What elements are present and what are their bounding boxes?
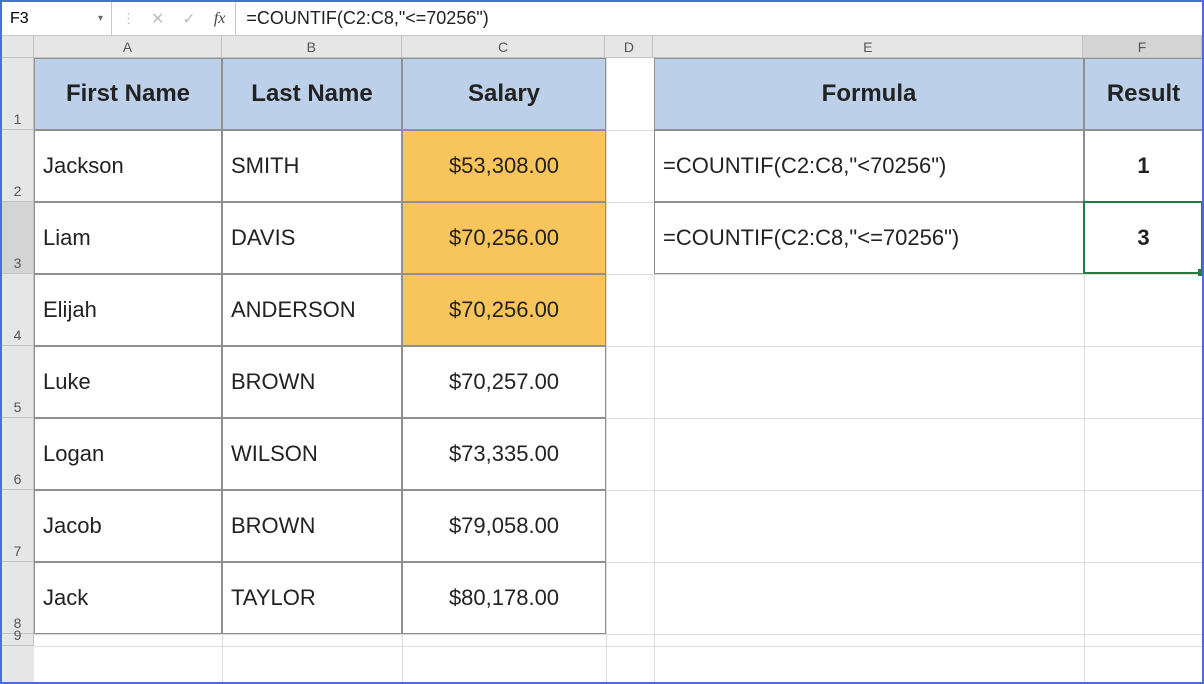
row-headers: 123456789 — [2, 58, 34, 682]
cell-formula-2[interactable]: =COUNTIF(C2:C8,"<70256") — [654, 130, 1084, 202]
spreadsheet-grid: ABCDEF 123456789 First NameLast NameSala… — [2, 36, 1202, 682]
gridline-horizontal — [34, 646, 1202, 647]
header-salary[interactable]: Salary — [402, 58, 606, 130]
formula-input[interactable]: =COUNTIF(C2:C8,"<=70256") — [236, 2, 1202, 35]
cell-first-name-6[interactable]: Logan — [34, 418, 222, 490]
cell-last-name-2[interactable]: SMITH — [222, 130, 402, 202]
sheet-cells[interactable]: First NameLast NameSalary FormulaResult Ja… — [34, 58, 1202, 682]
cell-salary-6[interactable]: $73,335.00 — [402, 418, 606, 490]
cell-first-name-3[interactable]: Liam — [34, 202, 222, 274]
column-header-F[interactable]: F — [1083, 36, 1202, 58]
cell-last-name-7[interactable]: BROWN — [222, 490, 402, 562]
cell-last-name-4[interactable]: ANDERSON — [222, 274, 402, 346]
select-all-corner[interactable] — [2, 36, 34, 58]
cell-salary-3[interactable]: $70,256.00 — [402, 202, 606, 274]
row-header-1[interactable]: 1 — [2, 58, 34, 130]
column-headers: ABCDEF — [2, 36, 1202, 58]
name-box-dropdown-icon[interactable]: ▾ — [98, 13, 103, 24]
cell-last-name-3[interactable]: DAVIS — [222, 202, 402, 274]
column-header-C[interactable]: C — [402, 36, 606, 58]
header-result[interactable]: Result — [1084, 58, 1202, 130]
cell-salary-4[interactable]: $70,256.00 — [402, 274, 606, 346]
cell-first-name-2[interactable]: Jackson — [34, 130, 222, 202]
column-header-A[interactable]: A — [34, 36, 222, 58]
formula-input-value: =COUNTIF(C2:C8,"<=70256") — [246, 8, 488, 29]
header-first-name[interactable]: First Name — [34, 58, 222, 130]
confirm-icon[interactable]: ✓ — [182, 9, 195, 29]
row-header-2[interactable]: 2 — [2, 130, 34, 202]
name-box[interactable]: F3 ▾ — [2, 2, 112, 35]
column-header-E[interactable]: E — [653, 36, 1083, 58]
cell-formula-3[interactable]: =COUNTIF(C2:C8,"<=70256") — [654, 202, 1084, 274]
row-header-9[interactable]: 9 — [2, 634, 34, 646]
row-header-7[interactable]: 7 — [2, 490, 34, 562]
header-formula[interactable]: Formula — [654, 58, 1084, 130]
row-header-6[interactable]: 6 — [2, 418, 34, 490]
cell-first-name-4[interactable]: Elijah — [34, 274, 222, 346]
row-header-5[interactable]: 5 — [2, 346, 34, 418]
cancel-icon[interactable]: ✕ — [151, 9, 164, 29]
cell-salary-2[interactable]: $53,308.00 — [402, 130, 606, 202]
drag-handle-icon: ⋮ — [122, 11, 133, 27]
column-header-B[interactable]: B — [222, 36, 402, 58]
formula-bar-buttons: ⋮ ✕ ✓ fx — [112, 2, 236, 35]
cell-salary-8[interactable]: $80,178.00 — [402, 562, 606, 634]
gridline-horizontal — [34, 634, 1202, 635]
cell-result-2[interactable]: 1 — [1084, 130, 1202, 202]
column-header-D[interactable]: D — [605, 36, 653, 58]
row-header-3[interactable]: 3 — [2, 202, 34, 274]
cell-first-name-8[interactable]: Jack — [34, 562, 222, 634]
name-box-value: F3 — [10, 10, 29, 28]
cell-result-3[interactable]: 3 — [1084, 202, 1202, 274]
cell-first-name-7[interactable]: Jacob — [34, 490, 222, 562]
row-header-8[interactable]: 8 — [2, 562, 34, 634]
cell-last-name-5[interactable]: BROWN — [222, 346, 402, 418]
gridline-vertical — [606, 58, 607, 682]
cell-salary-5[interactable]: $70,257.00 — [402, 346, 606, 418]
header-last-name[interactable]: Last Name — [222, 58, 402, 130]
cell-last-name-6[interactable]: WILSON — [222, 418, 402, 490]
cell-first-name-5[interactable]: Luke — [34, 346, 222, 418]
formula-bar: F3 ▾ ⋮ ✕ ✓ fx =COUNTIF(C2:C8,"<=70256") — [2, 2, 1202, 36]
cell-last-name-8[interactable]: TAYLOR — [222, 562, 402, 634]
fx-icon[interactable]: fx — [214, 10, 226, 28]
cell-salary-7[interactable]: $79,058.00 — [402, 490, 606, 562]
row-header-4[interactable]: 4 — [2, 274, 34, 346]
